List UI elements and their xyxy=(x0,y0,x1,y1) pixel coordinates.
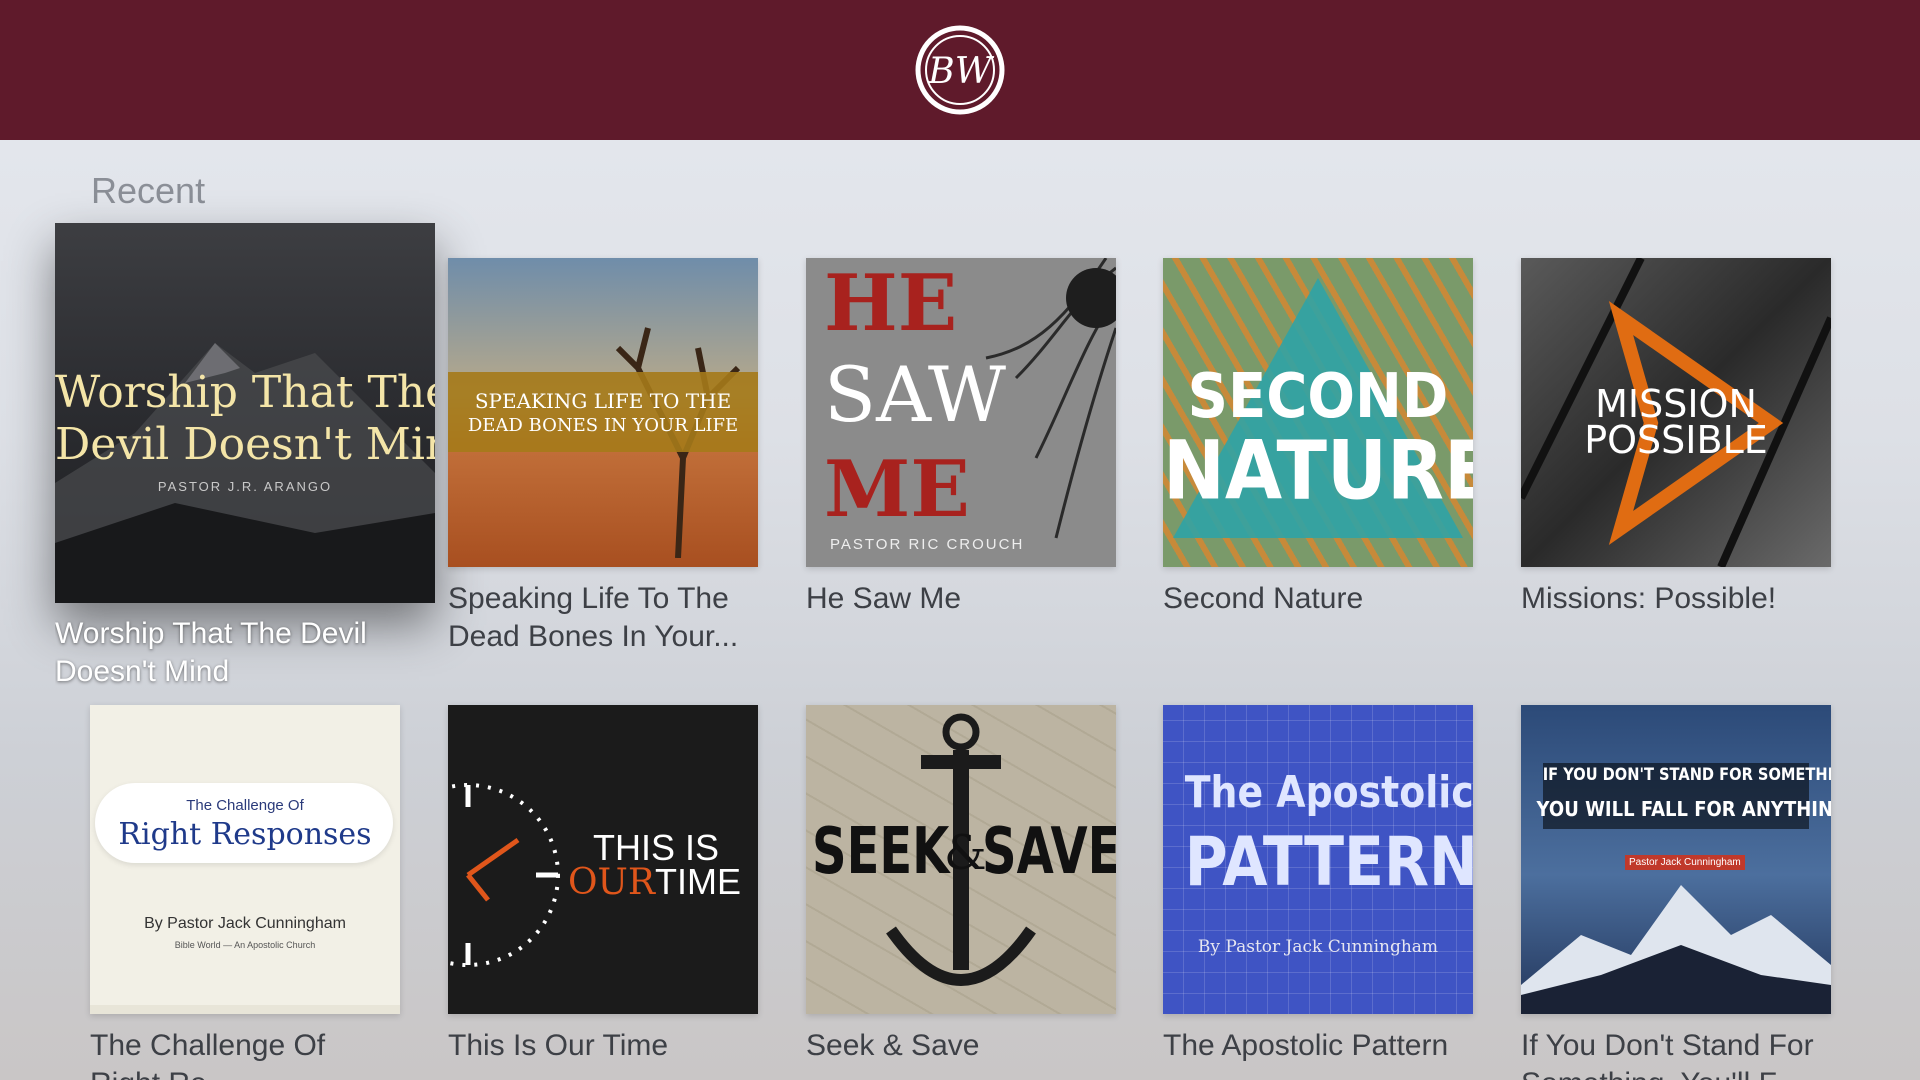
cover-art: MISSION POSSIBLE xyxy=(1521,258,1831,567)
cover-speaker: PASTOR RIC CROUCH xyxy=(830,536,1025,553)
cover-art: SECOND NATURE xyxy=(1163,258,1473,567)
cover-title-line2: NATURE xyxy=(1163,423,1473,519)
cover-church: Bible World — An Apostolic Church xyxy=(174,940,316,950)
church-logo-icon: BW xyxy=(915,25,1005,115)
sermon-card-seek-save[interactable]: SEEK & SAVE Seek & Save xyxy=(806,705,1116,1080)
cover-title-line3: ME xyxy=(824,444,970,535)
cover-speaker: Pastor Jack Cunningham xyxy=(1625,855,1745,870)
card-caption: Seek & Save xyxy=(806,1029,980,1062)
sermon-card-right-responses[interactable]: The Challenge Of Right Responses By Past… xyxy=(90,705,400,1080)
card-caption: Missions: Possible! xyxy=(1521,582,1777,615)
cover-title-line2: OURTIME xyxy=(568,861,741,903)
cover-title-line2: YOU WILL FALL FOR ANYTHING. xyxy=(1536,797,1832,821)
cover-speaker: By Pastor Jack Cunningham xyxy=(144,915,346,932)
sermon-card-second-nature[interactable]: SECOND NATURE Second Nature xyxy=(1163,258,1473,678)
card-caption: The Challenge OfRight Re... xyxy=(90,1029,326,1080)
cover-title-line1: SEEK xyxy=(812,815,950,889)
cover-title-line2: PATTERN xyxy=(1184,823,1473,902)
card-caption: This Is Our Time xyxy=(448,1029,669,1062)
card-caption: Speaking Life To The Dead Bones In Your..… xyxy=(448,582,739,653)
cover-art: IF YOU DON'T STAND FOR SOMETHING, YOU WI… xyxy=(1521,705,1831,1014)
cover-title-line2: DEAD BONES IN YOUR LIFE xyxy=(467,415,739,436)
cover-title-line2: Right Responses xyxy=(118,817,372,852)
cover-title-line2: SAW xyxy=(824,350,1006,439)
cover-art: HE SAW ME PASTOR RIC CROUCH xyxy=(806,258,1116,567)
cover-title-line2: SAVE xyxy=(982,815,1116,889)
sermon-card-speaking-life[interactable]: SPEAKING LIFE TO THE DEAD BONES IN YOUR … xyxy=(448,258,758,678)
card-caption: Second Nature xyxy=(1163,582,1364,615)
card-caption: He Saw Me xyxy=(806,582,962,615)
cover-title-line2: POSSIBLE xyxy=(1584,418,1768,462)
cover-art: The Challenge Of Right Responses By Past… xyxy=(90,705,400,1014)
cover-speaker: PASTOR J.R. ARANGO xyxy=(157,479,333,494)
sermon-card-worship[interactable]: Worship That The Devil Doesn't Mind PAST… xyxy=(55,223,435,693)
cover-art: THIS IS OURTIME xyxy=(448,705,758,1014)
cover-art: SPEAKING LIFE TO THE DEAD BONES IN YOUR … xyxy=(448,258,758,567)
cover-title-line1: Worship That The xyxy=(55,367,435,418)
sermon-card-missions-possible[interactable]: MISSION POSSIBLE Missions: Possible! xyxy=(1521,258,1831,678)
cover-art: The Apostolic PATTERN By Pastor Jack Cun… xyxy=(1163,705,1473,1014)
card-caption: Worship That The Devil Doesn't Mind xyxy=(55,617,367,688)
sermon-card-this-is-our-time[interactable]: THIS IS OURTIME This Is Our Time xyxy=(448,705,758,1080)
cover-art: Worship That The Devil Doesn't Mind PAST… xyxy=(55,223,435,603)
svg-text:BW: BW xyxy=(927,51,994,92)
cover-title-line2: Devil Doesn't Mind xyxy=(55,419,435,470)
cover-title-line1: HE xyxy=(824,258,958,349)
card-caption: If You Don't Stand ForSomething, You'll … xyxy=(1521,1029,1814,1080)
card-caption: The Apostolic Pattern xyxy=(1163,1029,1449,1062)
cover-title-line1: SPEAKING LIFE TO THE xyxy=(474,389,732,413)
cover-art: SEEK & SAVE xyxy=(806,705,1116,1014)
cover-title-line1: IF YOU DON'T STAND FOR SOMETHING, xyxy=(1542,765,1831,785)
cover-title-line1: The Challenge Of xyxy=(186,797,304,814)
sermon-card-stand-for-something[interactable]: IF YOU DON'T STAND FOR SOMETHING, YOU WI… xyxy=(1521,705,1831,1080)
cover-title-line1: The Apostolic xyxy=(1184,767,1473,818)
top-bar: BW xyxy=(0,0,1920,140)
sermon-card-apostolic-pattern[interactable]: The Apostolic PATTERN By Pastor Jack Cun… xyxy=(1163,705,1473,1080)
cover-speaker: By Pastor Jack Cunningham xyxy=(1197,937,1439,957)
clock-icon xyxy=(448,783,560,967)
cover-title-line1: SECOND xyxy=(1187,360,1449,433)
section-title-recent: Recent xyxy=(91,170,206,211)
mountain-icon xyxy=(1521,885,1831,1014)
sermon-card-he-saw-me[interactable]: HE SAW ME PASTOR RIC CROUCH He Saw Me xyxy=(806,258,1116,678)
cover-title-amp: & xyxy=(944,825,987,881)
